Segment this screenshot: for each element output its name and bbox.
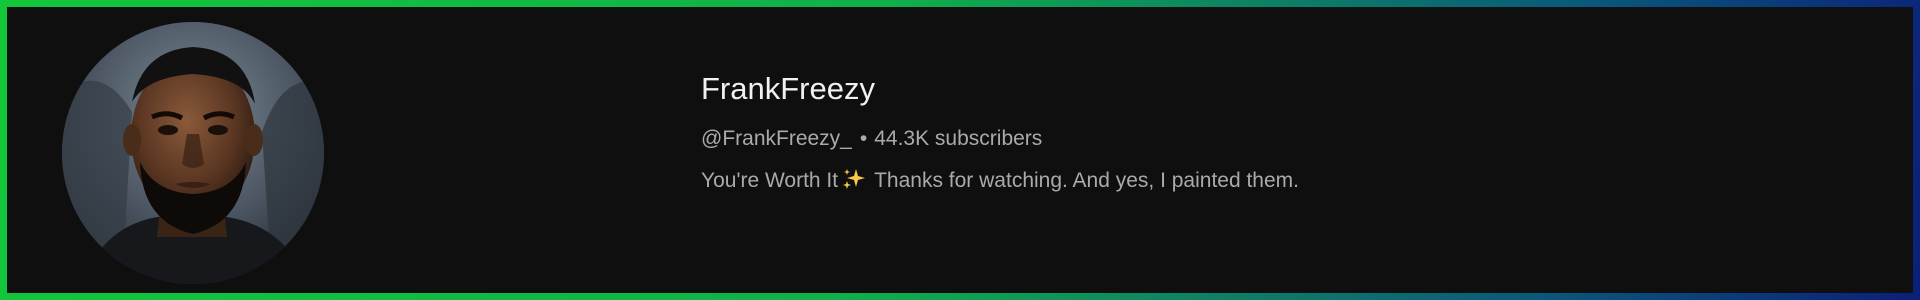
channel-info: FrankFreezy @FrankFreezy_ • 44.3K subscrib… bbox=[701, 69, 1299, 196]
sparkles-icon bbox=[843, 169, 866, 189]
channel-handle[interactable]: @FrankFreezy_ bbox=[701, 127, 852, 150]
channel-avatar[interactable] bbox=[62, 22, 324, 284]
channel-header: FrankFreezy @FrankFreezy_ • 44.3K subscrib… bbox=[7, 7, 1913, 293]
description-text-end: Thanks for watching. And yes, I painted … bbox=[874, 169, 1299, 192]
description-text-start: You're Worth It bbox=[701, 169, 839, 192]
channel-meta: @FrankFreezy_ • 44.3K subscribers bbox=[701, 124, 1299, 154]
subscriber-count: 44.3K subscribers bbox=[874, 127, 1043, 150]
channel-description[interactable]: You're Worth It Thanks for watching. And… bbox=[701, 166, 1299, 196]
channel-name: FrankFreezy bbox=[701, 71, 875, 106]
avatar-portrait-image bbox=[62, 22, 324, 284]
channel-header-border: FrankFreezy @FrankFreezy_ • 44.3K subscrib… bbox=[0, 0, 1920, 300]
meta-separator: • bbox=[859, 127, 868, 150]
